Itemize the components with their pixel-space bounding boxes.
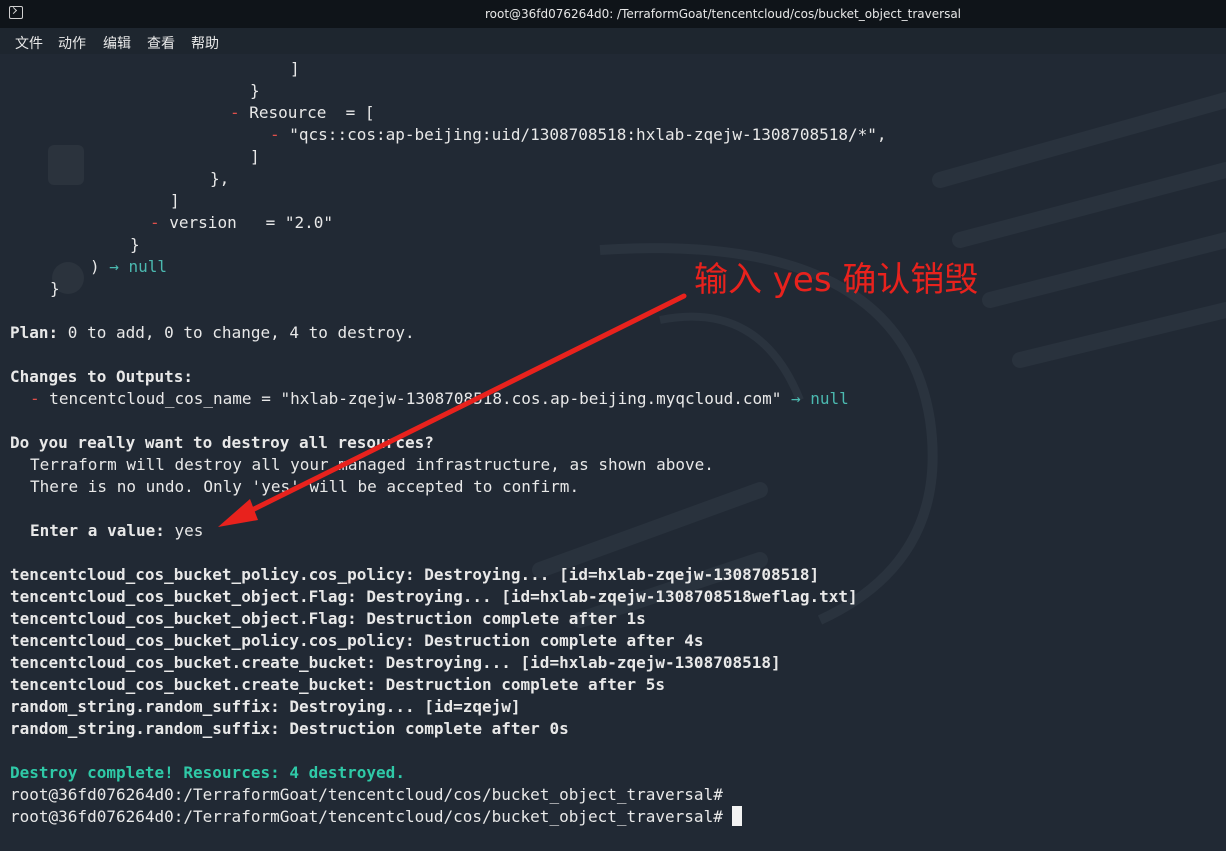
terminal-window: root@36fd076264d0: /TerraformGoat/tencen…: [0, 0, 1226, 851]
annotation-label: 输入 yes 确认销毁: [694, 260, 979, 300]
annotation-arrow: [218, 293, 687, 527]
